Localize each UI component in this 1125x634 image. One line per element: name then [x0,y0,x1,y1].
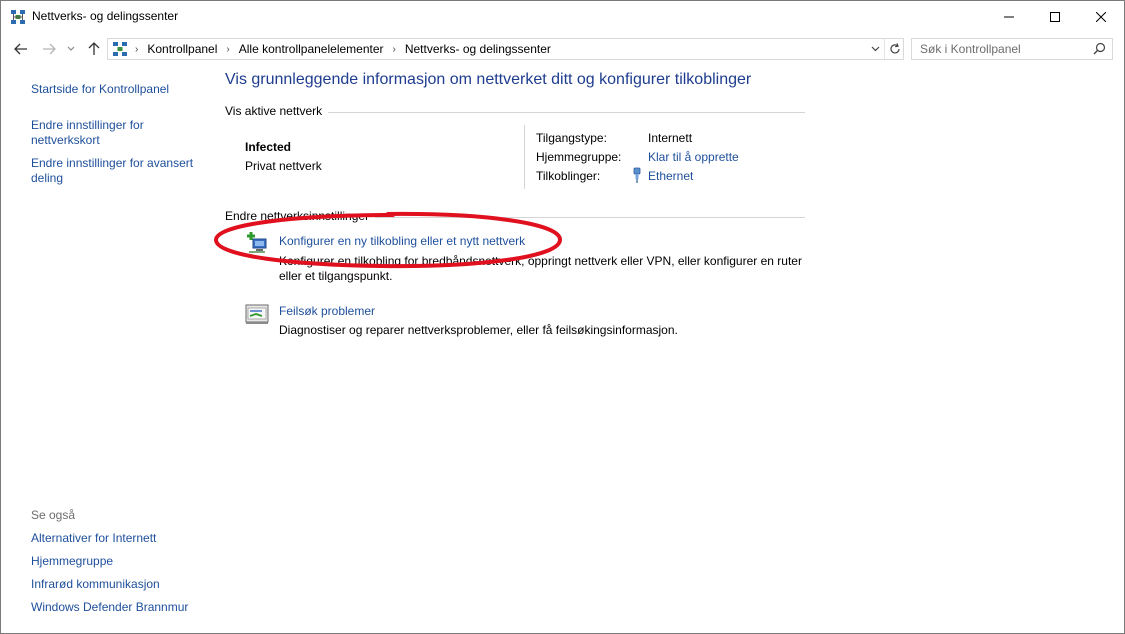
network-center-icon [112,41,128,57]
minimize-icon [1004,16,1014,17]
divider [524,125,525,189]
minimize-button[interactable] [986,1,1032,32]
troubleshoot-icon[interactable] [245,302,269,326]
close-icon [1096,11,1106,22]
search-icon[interactable] [1093,42,1106,58]
chevron-down-icon [67,46,75,51]
chevron-right-icon[interactable]: › [226,44,229,55]
sidebar-home-link[interactable]: Startside for Kontrollpanel [31,82,206,97]
back-arrow-icon [14,43,27,55]
refresh-button[interactable] [884,39,904,59]
see-also-internet-options[interactable]: Alternativer for Internett [31,531,206,546]
recent-locations-button[interactable] [64,39,78,59]
network-name: Infected [245,140,292,154]
connections-label: Tilkoblinger: [536,169,601,183]
sidebar: Startside for Kontrollpanel Endre innsti… [1,65,211,633]
page-title: Vis grunnleggende informasjon om nettver… [225,71,752,88]
close-button[interactable] [1078,1,1124,32]
maximize-button[interactable] [1032,1,1078,32]
maximize-icon [1050,11,1060,22]
up-button[interactable] [84,39,104,59]
title-bar: Nettverks- og delingssenter [1,1,1124,33]
chevron-right-icon[interactable]: › [393,44,396,55]
search-input[interactable]: Søk i Kontrollpanel [911,38,1113,60]
up-arrow-icon [88,42,100,55]
network-center-icon [10,9,26,25]
see-also-firewall[interactable]: Windows Defender Brannmur [31,600,206,615]
access-type-label: Tilgangstype: [536,131,607,145]
refresh-icon [889,43,900,54]
new-connection-description: Konfigurer en tilkobling for bredbåndsne… [279,254,802,283]
network-type[interactable]: Privat nettverk [245,159,322,173]
new-connection-icon[interactable] [245,231,269,255]
chevron-down-icon [871,46,879,52]
troubleshoot-link[interactable]: Feilsøk problemer [279,304,375,318]
homegroup-link[interactable]: Klar til å opprette [648,150,739,164]
ethernet-link[interactable]: Ethernet [648,169,693,183]
active-networks-label: Vis aktive nettverk [225,104,329,118]
window-title: Nettverks- og delingssenter [32,9,179,23]
forward-button[interactable] [39,39,59,59]
sidebar-link-advanced-sharing[interactable]: Endre innstillinger for avansert deling [31,156,206,186]
breadcrumb-item[interactable]: Kontrollpanel [147,42,217,56]
see-also-homegroup[interactable]: Hjemmegruppe [31,554,206,569]
sidebar-link-adapter-settings[interactable]: Endre innstillinger for nettverkskort [31,118,206,148]
see-also-infrared[interactable]: Infrarød kommunikasjon [31,577,206,592]
troubleshoot-description: Diagnostiser og reparer nettverksproblem… [279,323,678,337]
breadcrumb-item[interactable]: Alle kontrollpanelelementer [239,42,384,56]
access-type-value: Internett [648,131,693,145]
address-dropdown-button[interactable] [867,39,883,59]
window: Nettverks- og delingssenter › Kontrollpa… [0,0,1125,634]
breadcrumb: › Kontrollpanel › Alle kontrollpanelelem… [132,42,551,56]
change-settings-label: Endre nettverksinnstillinger [225,209,376,223]
ethernet-icon [632,167,642,186]
back-button[interactable] [11,39,31,59]
see-also-heading: Se også [31,508,76,522]
breadcrumb-item[interactable]: Nettverks- og delingssenter [405,42,551,56]
forward-arrow-icon [43,43,56,55]
homegroup-label: Hjemmegruppe: [536,150,622,164]
address-bar[interactable]: › Kontrollpanel › Alle kontrollpanelelem… [107,38,904,60]
chevron-right-icon[interactable]: › [135,44,138,55]
search-placeholder: Søk i Kontrollpanel [920,42,1021,56]
new-connection-link[interactable]: Konfigurer en ny tilkobling eller et nyt… [279,234,525,248]
main-content: Vis grunnleggende informasjon om nettver… [211,65,1124,633]
navigation-bar: › Kontrollpanel › Alle kontrollpanelelem… [1,33,1124,65]
